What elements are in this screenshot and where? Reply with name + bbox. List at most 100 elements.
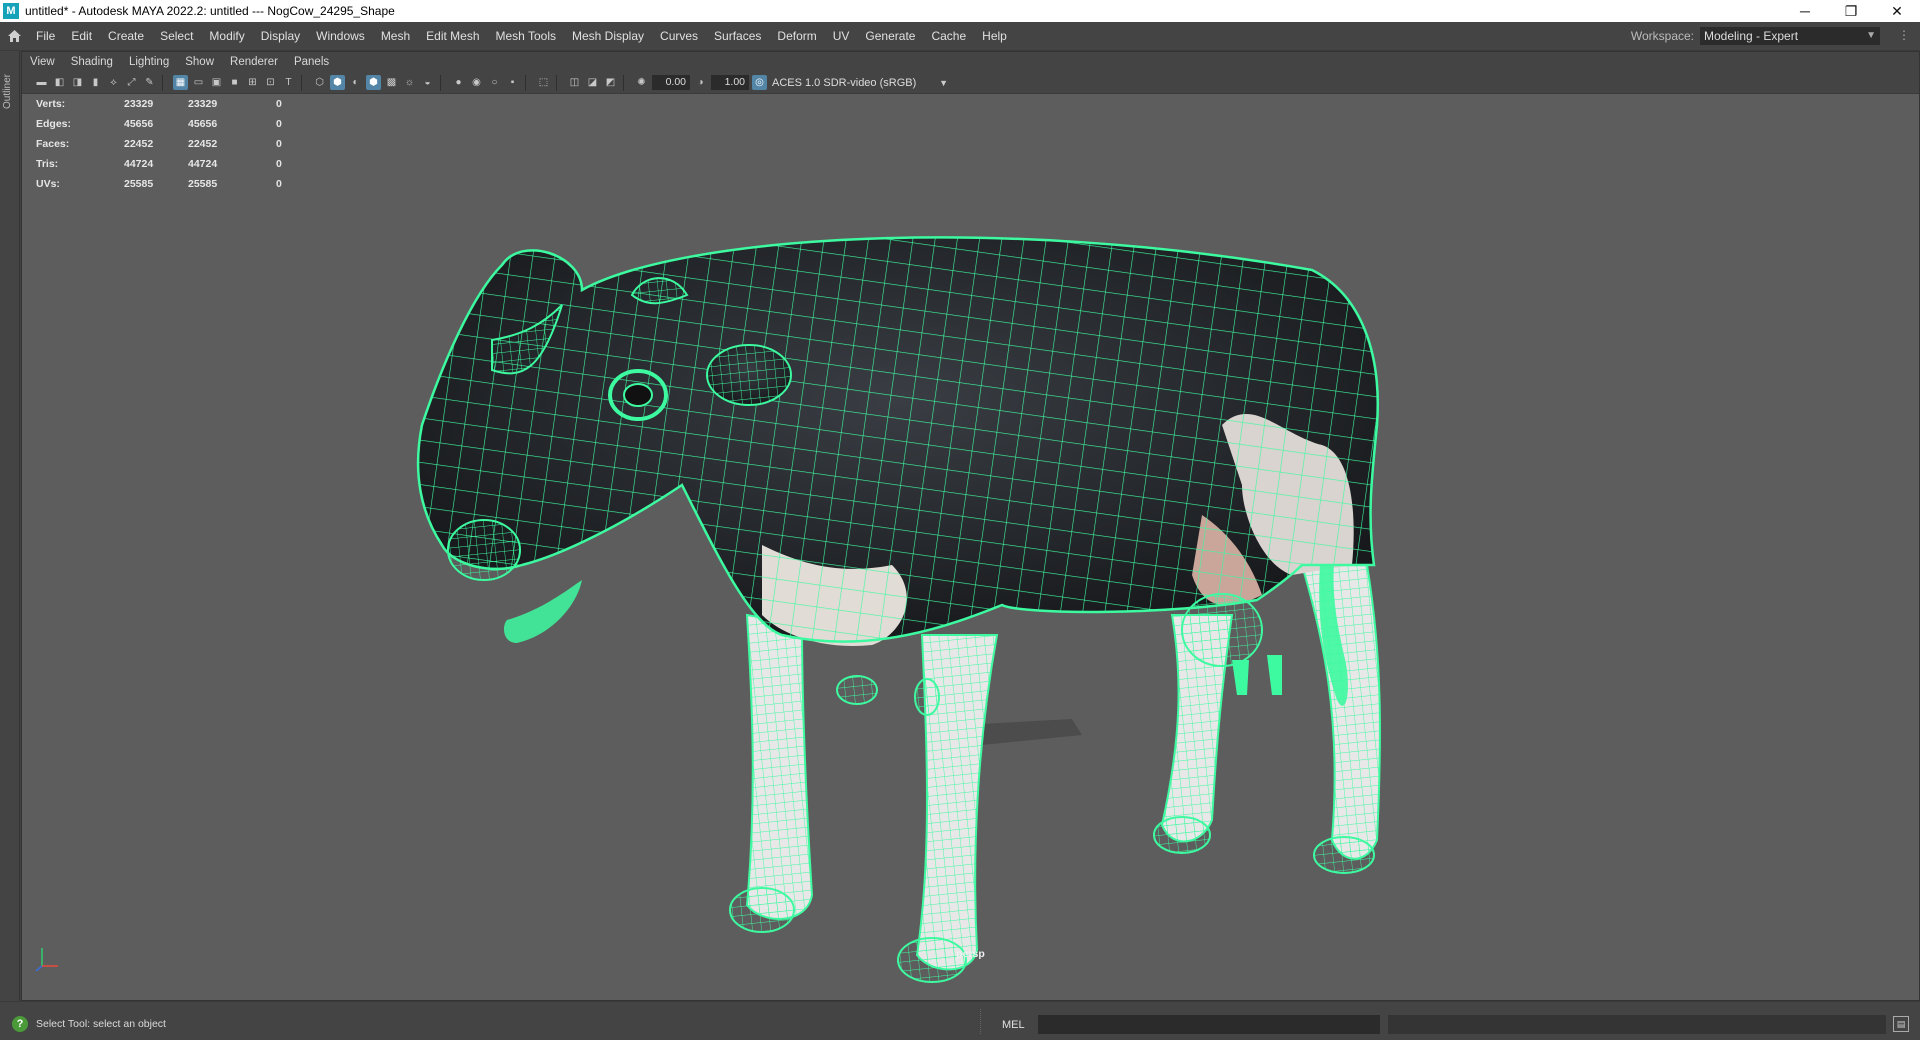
menu-edit[interactable]: Edit <box>63 29 100 43</box>
hud-value: 23329 <box>188 98 218 110</box>
divider <box>980 1009 981 1034</box>
menu-generate[interactable]: Generate <box>857 29 923 43</box>
select-camera-icon[interactable]: ▬ <box>34 75 49 90</box>
chevron-down-icon: ▼ <box>939 77 948 88</box>
menu-help[interactable]: Help <box>974 29 1015 43</box>
camera-attributes-icon[interactable]: ◧ <box>52 75 67 90</box>
bookmarks-icon[interactable]: ◨ <box>70 75 85 90</box>
gate-mask-icon[interactable]: ■ <box>227 75 242 90</box>
menu-modify[interactable]: Modify <box>201 29 252 43</box>
xray-components-icon[interactable]: ◩ <box>603 75 618 90</box>
panel-menu-lighting[interactable]: Lighting <box>121 56 177 68</box>
poly-count-hud: Verts: 23329 23329 0 Edges: 45656 45656 … <box>36 94 296 194</box>
script-editor-icon[interactable]: ▤ <box>1893 1016 1909 1032</box>
use-default-material-icon[interactable]: ◐ <box>348 75 363 90</box>
film-gate-icon[interactable]: ▭ <box>191 75 206 90</box>
camera-label: persp <box>956 948 985 960</box>
hud-value: 0 <box>276 118 282 130</box>
hud-value: 44724 <box>188 158 218 170</box>
menu-display[interactable]: Display <box>253 29 308 43</box>
smooth-shade-icon[interactable]: ⬢ <box>330 75 345 90</box>
hud-label: Faces: <box>36 138 70 150</box>
wireframe-icon[interactable]: ⬡ <box>312 75 327 90</box>
help-line: ? Select Tool: select an object <box>12 1016 166 1032</box>
menu-create[interactable]: Create <box>100 29 152 43</box>
safe-title-icon[interactable]: T <box>281 75 296 90</box>
menu-file[interactable]: File <box>28 29 63 43</box>
help-icon[interactable]: ? <box>12 1016 28 1032</box>
workspace-dropdown[interactable]: Modeling - Expert ▼ <box>1700 27 1880 45</box>
xray-joints-icon[interactable]: ◪ <box>585 75 600 90</box>
toolbar-separator <box>556 74 562 91</box>
hud-value: 0 <box>276 98 282 110</box>
menu-cache[interactable]: Cache <box>923 29 974 43</box>
menu-windows[interactable]: Windows <box>308 29 373 43</box>
panel-menu-renderer[interactable]: Renderer <box>222 56 286 68</box>
workspace-selector: Workspace: Modeling - Expert ▼ <box>1631 27 1880 45</box>
safe-action-icon[interactable]: ⊡ <box>263 75 278 90</box>
hud-value: 23329 <box>124 98 154 110</box>
field-chart-icon[interactable]: ⊞ <box>245 75 260 90</box>
xray-icon[interactable]: ◫ <box>567 75 582 90</box>
viewport-3d[interactable]: persp <box>22 95 1919 1001</box>
hud-value: 45656 <box>124 118 154 130</box>
hud-label: UVs: <box>36 178 60 190</box>
use-all-lights-icon[interactable]: ☼ <box>402 75 417 90</box>
menu-mesh[interactable]: Mesh <box>373 29 418 43</box>
shadows-icon[interactable]: ◒ <box>420 75 435 90</box>
hud-row: Tris: 44724 44724 0 <box>36 154 296 174</box>
restore-button[interactable]: ❐ <box>1828 0 1874 22</box>
gamma-icon[interactable]: ◑ <box>693 75 708 90</box>
exposure-icon[interactable]: ✺ <box>634 75 649 90</box>
textured-icon[interactable]: ▩ <box>384 75 399 90</box>
gamma-field[interactable]: 1.00 <box>711 75 749 90</box>
menu-curves[interactable]: Curves <box>652 29 706 43</box>
resolution-gate-icon[interactable]: ▣ <box>209 75 224 90</box>
panel-menu-shading[interactable]: Shading <box>63 56 121 68</box>
depth-of-field-icon[interactable]: ▪ <box>505 75 520 90</box>
panel-menu-view[interactable]: View <box>22 56 63 68</box>
workspace-label: Workspace: <box>1630 29 1694 43</box>
cow-model-wireframe[interactable] <box>22 95 1919 1001</box>
menu-mesh-display[interactable]: Mesh Display <box>564 29 652 43</box>
close-button[interactable]: ✕ <box>1874 0 1920 22</box>
command-line-input[interactable] <box>1038 1015 1380 1034</box>
hud-value: 0 <box>276 158 282 170</box>
anti-aliasing-icon[interactable]: ○ <box>487 75 502 90</box>
isolate-select-icon[interactable]: ⬚ <box>536 75 551 90</box>
title-bar: M untitled* - Autodesk MAYA 2022.2: unti… <box>0 0 1920 22</box>
panel-toolbar: ▬ ◧ ◨ ▮ ⟡ ⤢ ✎ ▦ ▭ ▣ ■ ⊞ ⊡ T ⬡ ⬢ ◐ ⬢ ▩ ☼ … <box>22 72 1919 94</box>
menu-edit-mesh[interactable]: Edit Mesh <box>418 29 487 43</box>
bookmark-icon[interactable]: ▮ <box>88 75 103 90</box>
hud-value: 22452 <box>124 138 154 150</box>
hud-row: Edges: 45656 45656 0 <box>36 114 296 134</box>
left-tool-strip: Outliner <box>0 51 20 1001</box>
more-options-icon[interactable]: ⋮ <box>1898 28 1910 42</box>
screen-space-ao-icon[interactable]: ● <box>451 75 466 90</box>
status-bar: ? Select Tool: select an object MEL ▤ <box>0 1001 1920 1040</box>
twod-pan-zoom-icon[interactable]: ⤢ <box>124 75 139 90</box>
color-management-icon[interactable]: ◎ <box>752 75 767 90</box>
mel-label[interactable]: MEL <box>1002 1019 1025 1031</box>
panel-menubar: View Shading Lighting Show Renderer Pane… <box>22 52 1919 72</box>
outliner-tab[interactable]: Outliner <box>2 61 13 121</box>
view-transform-dropdown[interactable]: ACES 1.0 SDR-video (sRGB) ▼ <box>770 74 950 91</box>
panel-menu-panels[interactable]: Panels <box>286 56 337 68</box>
exposure-field[interactable]: 0.00 <box>652 75 690 90</box>
toolbar-separator <box>301 74 307 91</box>
wireframe-on-shaded-icon[interactable]: ⬢ <box>366 75 381 90</box>
motion-blur-icon[interactable]: ◉ <box>469 75 484 90</box>
image-plane-icon[interactable]: ⟡ <box>106 75 121 90</box>
menu-mesh-tools[interactable]: Mesh Tools <box>488 29 564 43</box>
menu-surfaces[interactable]: Surfaces <box>706 29 769 43</box>
minimize-button[interactable]: ─ <box>1782 0 1828 22</box>
home-icon[interactable] <box>0 22 28 51</box>
grease-pencil-icon[interactable]: ✎ <box>142 75 157 90</box>
menu-uv[interactable]: UV <box>825 29 858 43</box>
menu-deform[interactable]: Deform <box>769 29 824 43</box>
help-text: Select Tool: select an object <box>36 1018 166 1030</box>
hud-label: Tris: <box>36 158 59 170</box>
panel-menu-show[interactable]: Show <box>177 56 222 68</box>
menu-select[interactable]: Select <box>152 29 201 43</box>
grid-icon[interactable]: ▦ <box>173 75 188 90</box>
